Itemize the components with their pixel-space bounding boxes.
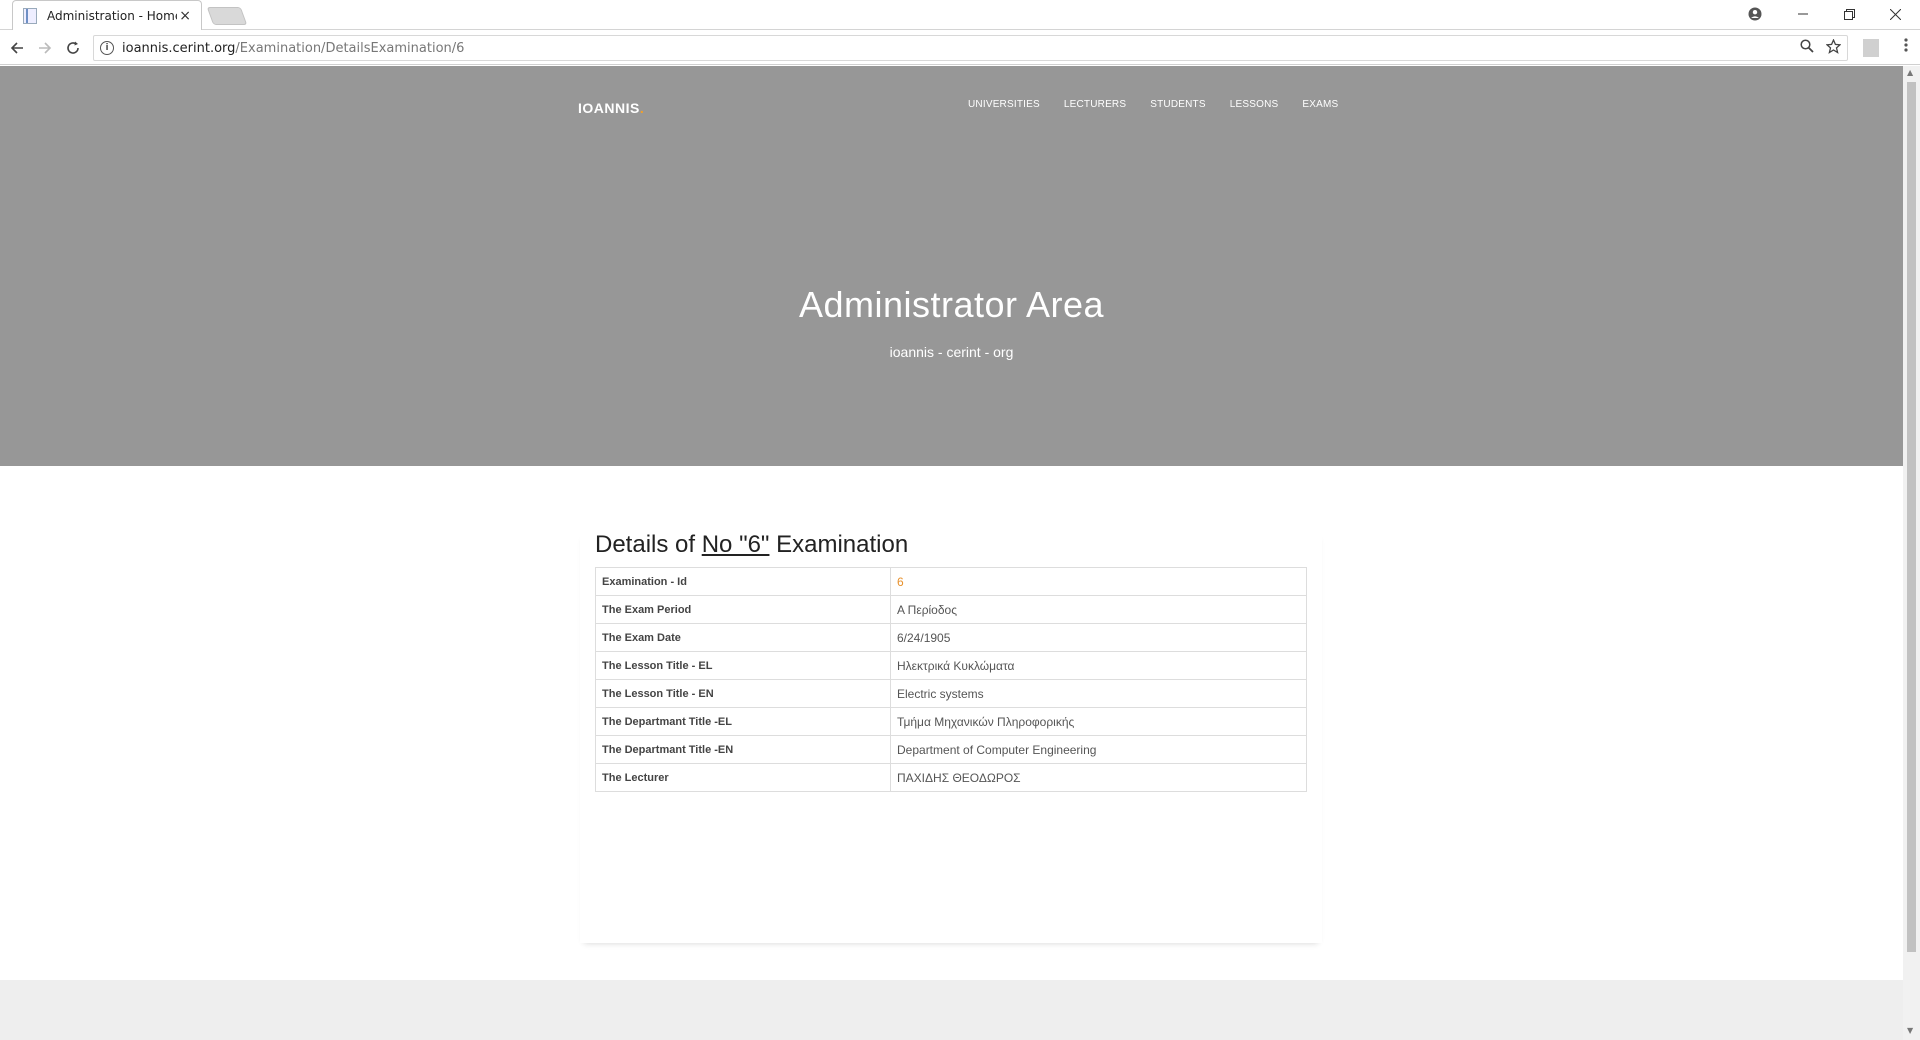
forward-icon[interactable] <box>32 35 58 61</box>
row-label: Examination - Id <box>595 567 891 596</box>
minimize-icon[interactable] <box>1780 0 1826 28</box>
nav-universities[interactable]: UNIVERSITIES <box>968 99 1040 110</box>
scrollbar-thumb[interactable] <box>1907 82 1916 952</box>
row-value: Τμήμα Μηχανικών Πληροφορικής <box>890 707 1307 736</box>
close-window-icon[interactable] <box>1872 0 1918 28</box>
tab-title: Administration - Home - <box>47 8 177 23</box>
brand-dot: . <box>639 100 645 116</box>
row-value: Electric systems <box>890 679 1307 708</box>
nav-students[interactable]: STUDENTS <box>1150 99 1206 110</box>
row-value: 6/24/1905 <box>890 623 1307 652</box>
browser-menu-icon[interactable] <box>1904 37 1908 57</box>
url-host: ioannis.cerint.org <box>122 40 236 56</box>
nav-lecturers[interactable]: LECTURERS <box>1064 99 1126 110</box>
page-footer <box>0 980 1903 1040</box>
bookmark-star-icon[interactable] <box>1825 38 1842 58</box>
row-label: The Exam Date <box>595 623 891 652</box>
restore-icon[interactable] <box>1826 0 1872 28</box>
row-label: The Exam Period <box>595 595 891 624</box>
table-row: The Departmant Title -EL Τμήμα Μηχανικών … <box>595 707 1307 736</box>
details-title-number: No "6" <box>701 531 770 558</box>
scroll-down-arrow-icon[interactable]: ▼ <box>1907 1026 1913 1035</box>
table-row: Examination - Id 6 <box>595 567 1307 596</box>
hero-title: Administrator Area <box>798 284 1105 325</box>
page-viewport: IOANNIS. UNIVERSITIES LECTURERS STUDENTS… <box>0 66 1903 1040</box>
details-title: Details of No "6" Examination <box>595 531 908 559</box>
row-value: Department of Computer Engineering <box>890 735 1307 764</box>
nav-lessons[interactable]: LESSONS <box>1230 99 1279 110</box>
row-value: ΠΑΧΙΔΗΣ ΘΕΟΔΩΡΟΣ <box>890 763 1307 792</box>
reload-icon[interactable] <box>60 35 86 61</box>
brand-text: IOANNIS <box>578 100 640 116</box>
table-row: The Lesson Title - EL Ηλεκτρικά Κυκλώματα <box>595 651 1307 680</box>
nav-exams[interactable]: EXAMS <box>1302 99 1338 110</box>
row-label: The Lesson Title - EN <box>595 679 891 708</box>
site-info-icon[interactable]: i <box>100 41 114 55</box>
table-row: The Exam Period Α Περίοδος <box>595 595 1307 624</box>
page-scrollbar[interactable]: ▲ ▼ <box>1903 66 1920 1040</box>
back-icon[interactable] <box>4 35 30 61</box>
extension-icon[interactable] <box>1863 39 1879 57</box>
page-favicon-icon <box>23 7 37 24</box>
new-tab-button[interactable] <box>206 7 248 25</box>
main-nav: UNIVERSITIES LECTURERS STUDENTS LESSONS … <box>968 99 1338 110</box>
details-title-prefix: Details of <box>595 531 702 558</box>
tab-close-icon[interactable]: × <box>179 8 191 24</box>
row-label: The Departmant Title -EL <box>595 707 891 736</box>
details-table: Examination - Id 6 The Exam Period Α Περίο… <box>595 567 1307 792</box>
table-row: The Exam Date 6/24/1905 <box>595 623 1307 652</box>
zoom-icon[interactable] <box>1800 39 1814 58</box>
browser-tab[interactable]: Administration - Home - × <box>12 0 202 30</box>
site-logo[interactable]: IOANNIS. <box>578 100 644 116</box>
row-label: The Departmant Title -EN <box>595 735 891 764</box>
browser-titlebar: Administration - Home - × <box>0 0 1920 30</box>
table-row: The Lecturer ΠΑΧΙΔΗΣ ΘΕΟΔΩΡΟΣ <box>595 763 1307 792</box>
hero-section: IOANNIS. UNIVERSITIES LECTURERS STUDENTS… <box>0 66 1903 466</box>
details-card: Details of No "6" Examination Examinatio… <box>580 531 1322 943</box>
row-label: The Lesson Title - EL <box>595 651 891 680</box>
details-title-suffix: Examination <box>769 531 909 558</box>
row-value: 6 <box>890 567 1307 596</box>
profile-icon[interactable] <box>1732 0 1778 28</box>
browser-toolbar: i ioannis.cerint.org/Examination/Details… <box>0 31 1920 65</box>
table-row: The Departmant Title -EN Department of Co… <box>595 735 1307 764</box>
scroll-up-arrow-icon[interactable]: ▲ <box>1907 68 1913 77</box>
table-row: The Lesson Title - EN Electric systems <box>595 679 1307 708</box>
row-value: Ηλεκτρικά Κυκλώματα <box>890 651 1307 680</box>
hero-subtitle: ioannis - cerint - org <box>889 344 1014 360</box>
url-path: /Examination/DetailsExamination/6 <box>235 40 465 56</box>
row-label: The Lecturer <box>595 763 891 792</box>
address-bar[interactable]: i ioannis.cerint.org/Examination/Details… <box>93 35 1848 61</box>
row-value: Α Περίοδος <box>890 595 1307 624</box>
